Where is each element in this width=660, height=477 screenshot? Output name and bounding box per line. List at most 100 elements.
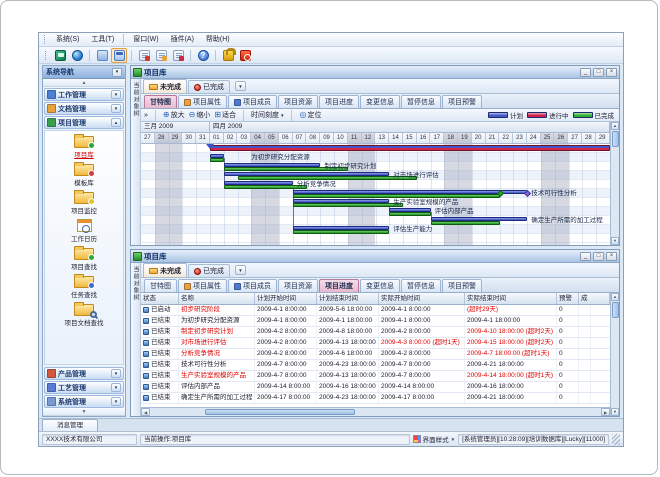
chevron-down-icon[interactable]: ▼ — [111, 369, 121, 378]
subtab-pauses[interactable]: 暂停信息 — [401, 279, 441, 292]
project-window-button[interactable] — [111, 48, 127, 63]
gantt-vertical-scrollbar[interactable]: ▲ ▼ — [610, 122, 619, 245]
table-horizontal-scrollbar[interactable]: ◀ ▶ — [141, 407, 610, 416]
subtab-properties[interactable]: 项目属性 — [178, 279, 227, 292]
maximize-button[interactable]: □ — [593, 68, 604, 77]
scroll-thumb[interactable] — [205, 409, 355, 415]
zoom-in-button[interactable]: ⊕放大 — [163, 110, 185, 120]
menu-item-plugins[interactable]: 插件(A) — [165, 33, 200, 46]
menu-item-help[interactable]: 帮助(H) — [200, 33, 236, 46]
sidebar-item-work-calendar[interactable]: 工作日历 — [45, 218, 123, 243]
subtab-members[interactable]: 项目成员 — [228, 279, 277, 292]
subtab-changes[interactable]: 变更信息 — [360, 95, 400, 108]
tab-message-management[interactable]: 消息管理 — [42, 419, 98, 431]
scroll-up-arrow[interactable]: ▲ — [611, 122, 619, 130]
form-view-3-button[interactable] — [170, 48, 186, 63]
ui-style-button[interactable]: 界面样式 ▼ — [413, 434, 455, 444]
nav-scroll-down[interactable]: ▼ — [43, 408, 125, 416]
menu-item-system[interactable]: 系统(S) — [50, 33, 85, 46]
nav-scroll-up[interactable]: ▲ — [43, 79, 125, 87]
chevron-down-icon[interactable]: ▼ — [111, 104, 121, 113]
scroll-thumb[interactable] — [612, 131, 619, 147]
column-header-8[interactable]: 成 — [579, 293, 610, 304]
more-tools-button[interactable]: » — [144, 112, 148, 119]
menu-item-window[interactable]: 窗口(W) — [127, 33, 164, 46]
tab-overflow-button[interactable]: ▼ — [235, 81, 246, 91]
scroll-down-arrow[interactable]: ▼ — [611, 237, 619, 245]
object-tree-collapsed-tab[interactable]: 当前对象树 — [131, 79, 141, 245]
subtab-properties[interactable]: 项目属性 — [178, 95, 227, 108]
minimize-button[interactable]: _ — [580, 252, 591, 261]
nav-pin-button[interactable]: ▾ — [112, 68, 122, 77]
gantt-progress-bar[interactable] — [389, 212, 430, 216]
form-view-1-button[interactable] — [136, 48, 152, 63]
column-header-3[interactable]: 计划开始时间 — [255, 293, 317, 304]
subtab-progress[interactable]: 项目进度 — [319, 95, 359, 108]
sidebar-group-system-management[interactable]: 系统管理▼ — [44, 395, 124, 408]
zoom-out-button[interactable]: ⊖缩小 — [189, 110, 211, 120]
sidebar-item-task-search[interactable]: 任务查找 — [45, 274, 123, 299]
resize-grip[interactable] — [612, 434, 620, 445]
gantt-progress-bar[interactable] — [224, 185, 307, 189]
subtab-resources[interactable]: 项目资源 — [278, 95, 318, 108]
scroll-thumb[interactable] — [612, 302, 619, 318]
sidebar-item-project-doc-search[interactable]: 项目文档查找 — [45, 302, 123, 327]
scroll-up-arrow[interactable]: ▲ — [611, 293, 619, 301]
table-row[interactable]: 已结束为初步研究分配资源2009-4-1 8:00:002009-4-1 18:… — [141, 316, 610, 327]
help-button[interactable]: ? — [195, 48, 211, 63]
tab-unfinished[interactable]: 未完成 — [143, 79, 187, 93]
system-monitor-button[interactable] — [52, 48, 68, 63]
sidebar-group-process-management[interactable]: 工艺管理▼ — [44, 381, 124, 394]
sidebar-group-project-management[interactable]: 项目管理▲ — [44, 116, 124, 129]
close-button[interactable]: × — [606, 68, 617, 77]
chevron-up-icon[interactable]: ▲ — [111, 118, 121, 127]
exit-button[interactable] — [237, 48, 253, 63]
open-folder-button[interactable] — [94, 48, 110, 63]
chevron-down-icon[interactable]: ▼ — [111, 383, 121, 392]
sidebar-item-project-library[interactable]: 项目库 — [45, 134, 123, 159]
sidebar-group-product-management[interactable]: 产品管理▼ — [44, 367, 124, 380]
tab-overflow-button[interactable]: ▼ — [235, 265, 246, 275]
subtab-gantt[interactable]: 甘特图 — [144, 279, 177, 292]
subtab-pauses[interactable]: 暂停信息 — [401, 95, 441, 108]
gantt-progress-bar[interactable] — [431, 221, 500, 225]
table-row[interactable]: 已结束制定初步研究计划2009-4-2 8:00:002009-4-8 18:0… — [141, 327, 610, 338]
column-header-2[interactable]: 名称 — [179, 293, 255, 304]
column-header-4[interactable]: 计划结束时间 — [317, 293, 379, 304]
subtab-changes[interactable]: 变更信息 — [360, 279, 400, 292]
sidebar-group-document-management[interactable]: 文档管理▼ — [44, 102, 124, 115]
table-row[interactable]: 已结束对市场进行评估2009-4-2 8:00:002009-4-13 18:0… — [141, 338, 610, 349]
subtab-members[interactable]: 项目成员 — [228, 95, 277, 108]
close-button[interactable]: × — [606, 252, 617, 261]
gantt-progress-bar[interactable] — [210, 158, 224, 162]
scroll-right-arrow[interactable]: ▶ — [601, 408, 610, 416]
table-row[interactable]: 已结束评估内部产品2009-4-14 8:00:002009-4-16 18:0… — [141, 382, 610, 393]
gantt-summary-bar[interactable] — [210, 145, 610, 151]
scroll-down-arrow[interactable]: ▼ — [611, 408, 619, 416]
column-header-1[interactable]: 状态 — [141, 293, 179, 304]
menu-item-tools[interactable]: 工具(T) — [85, 33, 120, 46]
table-row[interactable]: 已结束确定生产所需的加工过程2009-4-17 8:00:002009-4-23… — [141, 393, 610, 404]
column-header-5[interactable]: 实际开始时间 — [379, 293, 465, 304]
minimize-button[interactable]: _ — [580, 68, 591, 77]
chevron-down-icon[interactable]: ▼ — [111, 90, 121, 99]
subtab-progress[interactable]: 项目进度 — [319, 279, 359, 292]
sidebar-group-work-management[interactable]: 工作管理▼ — [44, 88, 124, 101]
locate-button[interactable]: ◎定位 — [299, 110, 321, 120]
subtab-gantt[interactable]: 甘特图 — [144, 95, 177, 108]
table-row[interactable]: 已结束技术可行性分析2009-4-7 8:00:002009-4-23 18:0… — [141, 360, 610, 371]
form-view-2-button[interactable] — [153, 48, 169, 63]
tab-finished[interactable]: 已完成 — [188, 80, 230, 93]
gantt-progress-bar[interactable] — [293, 230, 390, 234]
tab-unfinished[interactable]: 未完成 — [143, 263, 187, 277]
sidebar-item-project-monitor[interactable]: 项目监控 — [45, 190, 123, 215]
table-row[interactable]: 已结束分析竞争情况2009-4-2 8:00:002009-4-6 18:00:… — [141, 349, 610, 360]
table-row[interactable]: 已启动初步研究阶段2009-4-1 8:00:002009-5-6 18:00:… — [141, 305, 610, 316]
gantt-progress-bar[interactable] — [293, 203, 403, 207]
object-tree-collapsed-tab[interactable]: 当前对象树 — [131, 263, 141, 416]
zoom-fit-button[interactable]: ⊞适合 — [214, 110, 236, 120]
subtab-alerts[interactable]: 项目预警 — [442, 279, 482, 292]
internet-button[interactable] — [69, 48, 85, 63]
subtab-alerts[interactable]: 项目预警 — [442, 95, 482, 108]
lock-button[interactable] — [220, 48, 236, 63]
